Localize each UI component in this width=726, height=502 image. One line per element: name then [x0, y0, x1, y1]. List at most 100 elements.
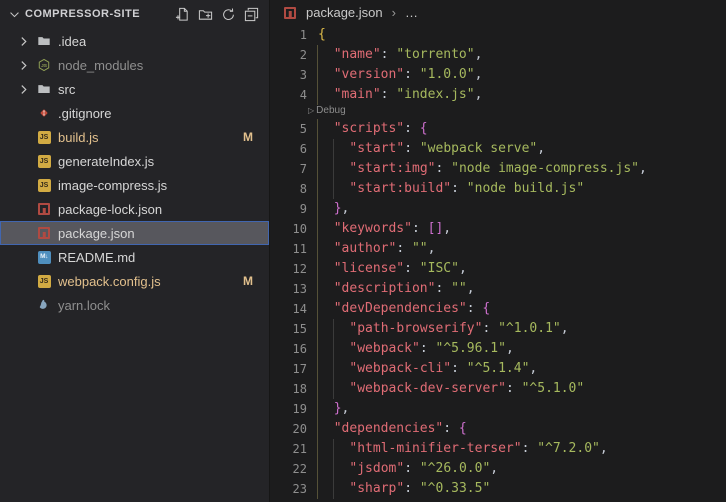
code-line-1[interactable]: 1{ — [271, 25, 726, 45]
tree-item-package-json[interactable]: package.json — [0, 221, 269, 245]
code-line-19[interactable]: 19}, — [271, 399, 726, 419]
code-line-21[interactable]: 21 "html-minifier-terser": "^7.2.0", — [271, 439, 726, 459]
breadcrumb-separator: › — [391, 5, 396, 20]
indent-guide — [317, 119, 318, 139]
code-line-11[interactable]: 11 "author": "", — [271, 239, 726, 259]
file-name: package.json — [58, 225, 135, 241]
project-title: COMPRESSOR-SITE — [25, 8, 141, 20]
indent-guide — [317, 179, 318, 199]
code-text: "start": "webpack serve", — [349, 141, 546, 156]
file-name: package-lock.json — [58, 201, 163, 217]
modified-badge: M — [243, 274, 253, 288]
indent-guide — [317, 45, 318, 65]
file-name: webpack.config.js — [58, 273, 161, 289]
code-line-16[interactable]: 16 "webpack": "^5.96.1", — [271, 339, 726, 359]
code-line-17[interactable]: 17 "webpack-cli": "^5.1.4", — [271, 359, 726, 379]
explorer-header-toggle[interactable]: COMPRESSOR-SITE — [6, 6, 140, 22]
code-area[interactable]: 1{2 "name": "torrento", 3 "version": "1.0.0… — [271, 25, 726, 499]
tree-item-readme-md[interactable]: M↓ README.md — [0, 245, 269, 269]
indent-guide — [317, 379, 318, 399]
tree-item-image-compress-js[interactable]: JS image-compress.js — [0, 173, 269, 197]
file-name: README.md — [58, 249, 136, 265]
chevron-right-icon — [16, 57, 36, 73]
codelens-debug[interactable]: ▷ Debug — [271, 105, 726, 119]
indent-guide — [317, 239, 318, 259]
code-line-18[interactable]: 18 "webpack-dev-server": "^5.1.0" — [271, 379, 726, 399]
code-line-2[interactable]: 2 "name": "torrento", — [271, 45, 726, 65]
code-line-5[interactable]: 5 "scripts": { — [271, 119, 726, 139]
code-line-15[interactable]: 15 "path-browserify": "^1.0.1", — [271, 319, 726, 339]
code-text: "webpack-dev-server": "^5.1.0" — [349, 381, 585, 396]
code-text: "sharp": "^0.33.5" — [349, 481, 491, 496]
indent-guide — [317, 359, 318, 379]
line-number: 22 — [292, 462, 307, 476]
indent-guide — [317, 339, 318, 359]
line-number: 21 — [292, 442, 307, 456]
tree-item-src[interactable]: src — [0, 77, 269, 101]
code-text: }, — [333, 201, 350, 216]
line-number: 1 — [299, 28, 307, 42]
line-number: 16 — [292, 342, 307, 356]
line-number: 4 — [299, 88, 307, 102]
code-line-13[interactable]: 13 "description": "", — [271, 279, 726, 299]
file-name: image-compress.js — [58, 177, 168, 193]
code-line-22[interactable]: 22 "jsdom": "^26.0.0", — [271, 459, 726, 479]
line-number: 17 — [292, 362, 307, 376]
code-text: "path-browserify": "^1.0.1", — [349, 321, 569, 336]
npm-file-icon — [283, 6, 297, 20]
line-number: 11 — [292, 242, 307, 256]
code-line-10[interactable]: 10 "keywords": [], — [271, 219, 726, 239]
editor-pane: package.json › … 1{2 "name": "torrento", 3… — [271, 0, 726, 502]
new-file-icon[interactable] — [174, 6, 190, 22]
js-icon: JS — [36, 129, 52, 145]
code-line-6[interactable]: 6 "start": "webpack serve", — [271, 139, 726, 159]
indent-guide — [333, 159, 334, 179]
indent-guide — [333, 139, 334, 159]
tree-item-gitignore[interactable]: .gitignore — [0, 101, 269, 125]
file-name: .idea — [58, 33, 87, 49]
code-line-14[interactable]: 14 "devDependencies": { — [271, 299, 726, 319]
code-line-4[interactable]: 4 "main": "index.js", — [271, 85, 726, 105]
refresh-icon[interactable] — [220, 6, 236, 22]
indent-guide — [317, 65, 318, 85]
code-line-7[interactable]: 7 "start:img": "node image-compress.js", — [271, 159, 726, 179]
line-number: 18 — [292, 382, 307, 396]
code-text: "author": "", — [333, 241, 436, 256]
play-icon: ▷ — [308, 106, 315, 115]
breadcrumb-file[interactable]: package.json — [306, 5, 383, 20]
line-number: 13 — [292, 282, 307, 296]
tree-item-idea[interactable]: .idea — [0, 29, 269, 53]
indent-guide — [317, 459, 318, 479]
code-line-23[interactable]: 23 "sharp": "^0.33.5" — [271, 479, 726, 499]
new-folder-icon[interactable] — [197, 6, 213, 22]
code-text: "license": "ISC", — [333, 261, 467, 276]
code-line-3[interactable]: 3 "version": "1.0.0", — [271, 65, 726, 85]
chevron-right-icon — [16, 33, 36, 49]
js-icon: JS — [36, 273, 52, 289]
line-number: 2 — [299, 48, 307, 62]
line-number: 9 — [299, 202, 307, 216]
line-number: 3 — [299, 68, 307, 82]
tree-item-generateindex-js[interactable]: JS generateIndex.js — [0, 149, 269, 173]
tree-item-yarn-lock[interactable]: yarn.lock — [0, 293, 269, 317]
code-line-12[interactable]: 12 "license": "ISC", — [271, 259, 726, 279]
explorer-sidebar: COMPRESSOR-SITE .idea JS node_modules src .g… — [0, 0, 270, 502]
tree-item-package-lock-json[interactable]: package-lock.json — [0, 197, 269, 221]
tree-item-webpack-config-js[interactable]: JS webpack.config.js M — [0, 269, 269, 293]
collapse-all-icon[interactable] — [243, 6, 259, 22]
tree-item-node-modules[interactable]: JS node_modules — [0, 53, 269, 77]
indent-guide — [317, 479, 318, 499]
code-line-8[interactable]: 8 "start:build": "node build.js" — [271, 179, 726, 199]
tree-item-build-js[interactable]: JS build.js M — [0, 125, 269, 149]
indent-guide — [317, 159, 318, 179]
indent-guide — [333, 479, 334, 499]
indent-guide — [317, 219, 318, 239]
code-line-20[interactable]: 20 "dependencies": { — [271, 419, 726, 439]
indent-guide — [333, 439, 334, 459]
code-line-9[interactable]: 9}, — [271, 199, 726, 219]
breadcrumb-ellipsis[interactable]: … — [405, 5, 418, 20]
